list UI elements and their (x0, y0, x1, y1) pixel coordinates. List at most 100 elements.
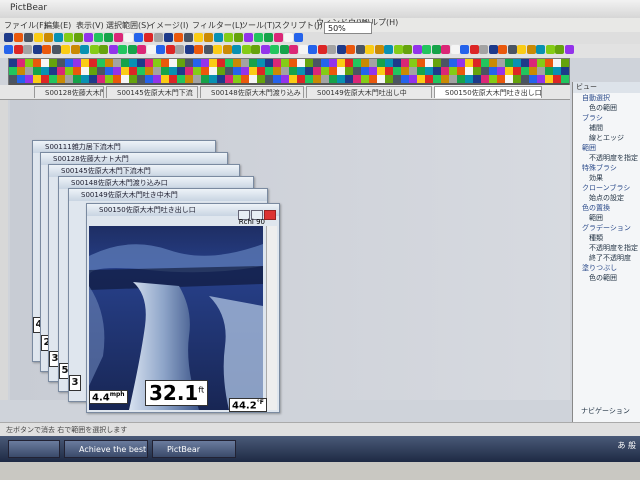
color-swatch[interactable] (273, 59, 281, 67)
color-swatch[interactable] (433, 75, 441, 83)
color-swatch[interactable] (33, 75, 41, 83)
toolbar-button-icon[interactable] (184, 45, 194, 54)
color-swatch[interactable] (401, 67, 409, 75)
toolbar-button-icon[interactable] (94, 33, 103, 42)
color-swatch[interactable] (561, 75, 569, 83)
color-swatch[interactable] (209, 67, 217, 75)
color-swatch[interactable] (281, 59, 289, 67)
color-swatch[interactable] (201, 75, 209, 83)
color-swatch[interactable] (65, 67, 73, 75)
color-swatch[interactable] (9, 67, 17, 75)
color-swatch[interactable] (105, 59, 113, 67)
toolbar-button-icon[interactable] (244, 33, 253, 42)
color-swatch[interactable] (297, 67, 305, 75)
color-swatch[interactable] (529, 75, 537, 83)
color-swatch[interactable] (121, 75, 129, 83)
color-swatch[interactable] (417, 67, 425, 75)
color-swatch[interactable] (537, 67, 545, 75)
color-swatch[interactable] (561, 59, 569, 67)
color-swatch[interactable] (257, 59, 265, 67)
color-swatch[interactable] (49, 75, 57, 83)
color-swatch[interactable] (225, 75, 233, 83)
color-swatch[interactable] (369, 67, 377, 75)
color-swatch[interactable] (377, 75, 385, 83)
toolbar-button-icon[interactable] (234, 33, 243, 42)
toolbar-button-icon[interactable] (44, 33, 53, 42)
color-swatch[interactable] (337, 59, 345, 67)
color-swatch[interactable] (425, 67, 433, 75)
color-swatch[interactable] (113, 59, 121, 67)
color-swatch[interactable] (457, 59, 465, 67)
color-swatch[interactable] (241, 75, 249, 83)
color-swatch[interactable] (505, 75, 513, 83)
color-swatch[interactable] (313, 75, 321, 83)
panel-item[interactable]: 補間 (573, 123, 640, 133)
color-swatch[interactable] (345, 75, 353, 83)
panel-item[interactable]: 色の範囲 (573, 103, 640, 113)
color-swatch[interactable] (41, 67, 49, 75)
color-swatch[interactable] (433, 59, 441, 67)
toolbar-button-icon[interactable] (4, 45, 13, 54)
color-swatch[interactable] (169, 75, 177, 83)
toolbar-button-icon[interactable] (70, 45, 80, 54)
color-swatch[interactable] (465, 59, 473, 67)
toolbar-button-icon[interactable] (175, 45, 184, 54)
toolbar-button-icon[interactable] (274, 33, 283, 42)
color-swatch[interactable] (505, 67, 513, 75)
toolbar-button-icon[interactable] (254, 33, 263, 42)
color-swatch[interactable] (113, 67, 121, 75)
color-swatch[interactable] (265, 59, 273, 67)
color-swatch[interactable] (409, 67, 417, 75)
toolbar-button-icon[interactable] (203, 45, 213, 54)
toolbar-button-icon[interactable] (99, 45, 108, 54)
color-swatch[interactable] (265, 75, 273, 83)
color-swatch[interactable] (497, 75, 505, 83)
color-swatch[interactable] (97, 59, 105, 67)
color-swatch[interactable] (121, 59, 129, 67)
panel-item[interactable]: 不透明度を指定 (573, 153, 640, 163)
color-swatch[interactable] (217, 67, 225, 75)
color-swatch[interactable] (545, 75, 553, 83)
toolbar-button-icon[interactable] (34, 33, 43, 42)
toolbar-button-icon[interactable] (146, 45, 156, 54)
toolbar-button-icon[interactable] (308, 45, 317, 54)
color-swatch[interactable] (385, 59, 393, 67)
toolbar-button-icon[interactable] (536, 45, 545, 54)
color-swatch[interactable] (489, 75, 497, 83)
color-swatch[interactable] (537, 75, 545, 83)
color-swatch[interactable] (233, 75, 241, 83)
color-swatch[interactable] (457, 75, 465, 83)
toolbar-button-icon[interactable] (222, 45, 232, 54)
toolbar-button-icon[interactable] (488, 45, 498, 54)
toolbar-button-icon[interactable] (298, 45, 308, 54)
toolbar-button-icon[interactable] (108, 45, 118, 54)
panel-item[interactable]: 不透明度を指定 (573, 243, 640, 253)
color-swatch[interactable] (409, 59, 417, 67)
color-swatch[interactable] (105, 67, 113, 75)
color-swatch[interactable] (17, 59, 25, 67)
color-swatch[interactable] (9, 75, 17, 83)
toolbar-button-icon[interactable] (526, 45, 536, 54)
color-swatch[interactable] (521, 59, 529, 67)
panel-item[interactable]: グラデーション (573, 223, 640, 233)
tool-strip[interactable] (0, 100, 8, 400)
toolbar-button-icon[interactable] (251, 45, 260, 54)
color-swatch[interactable] (441, 67, 449, 75)
toolbar-button-icon[interactable] (224, 33, 233, 42)
toolbar-button-icon[interactable] (517, 45, 526, 54)
color-swatch[interactable] (281, 67, 289, 75)
toolbar-button-icon[interactable] (374, 45, 384, 54)
toolbar-button-icon[interactable] (154, 33, 163, 42)
color-swatch[interactable] (89, 59, 97, 67)
zoom-select[interactable]: 50% (324, 22, 372, 34)
toolbar-button-icon[interactable] (54, 33, 63, 42)
color-swatch[interactable] (345, 67, 353, 75)
color-swatch[interactable] (321, 75, 329, 83)
color-swatch[interactable] (73, 67, 81, 75)
color-swatch[interactable] (65, 75, 73, 83)
color-swatch[interactable] (209, 75, 217, 83)
toolbar-button-icon[interactable] (294, 33, 303, 42)
color-swatch[interactable] (433, 67, 441, 75)
color-swatch[interactable] (489, 59, 497, 67)
panel-item[interactable]: 範囲 (573, 143, 640, 153)
